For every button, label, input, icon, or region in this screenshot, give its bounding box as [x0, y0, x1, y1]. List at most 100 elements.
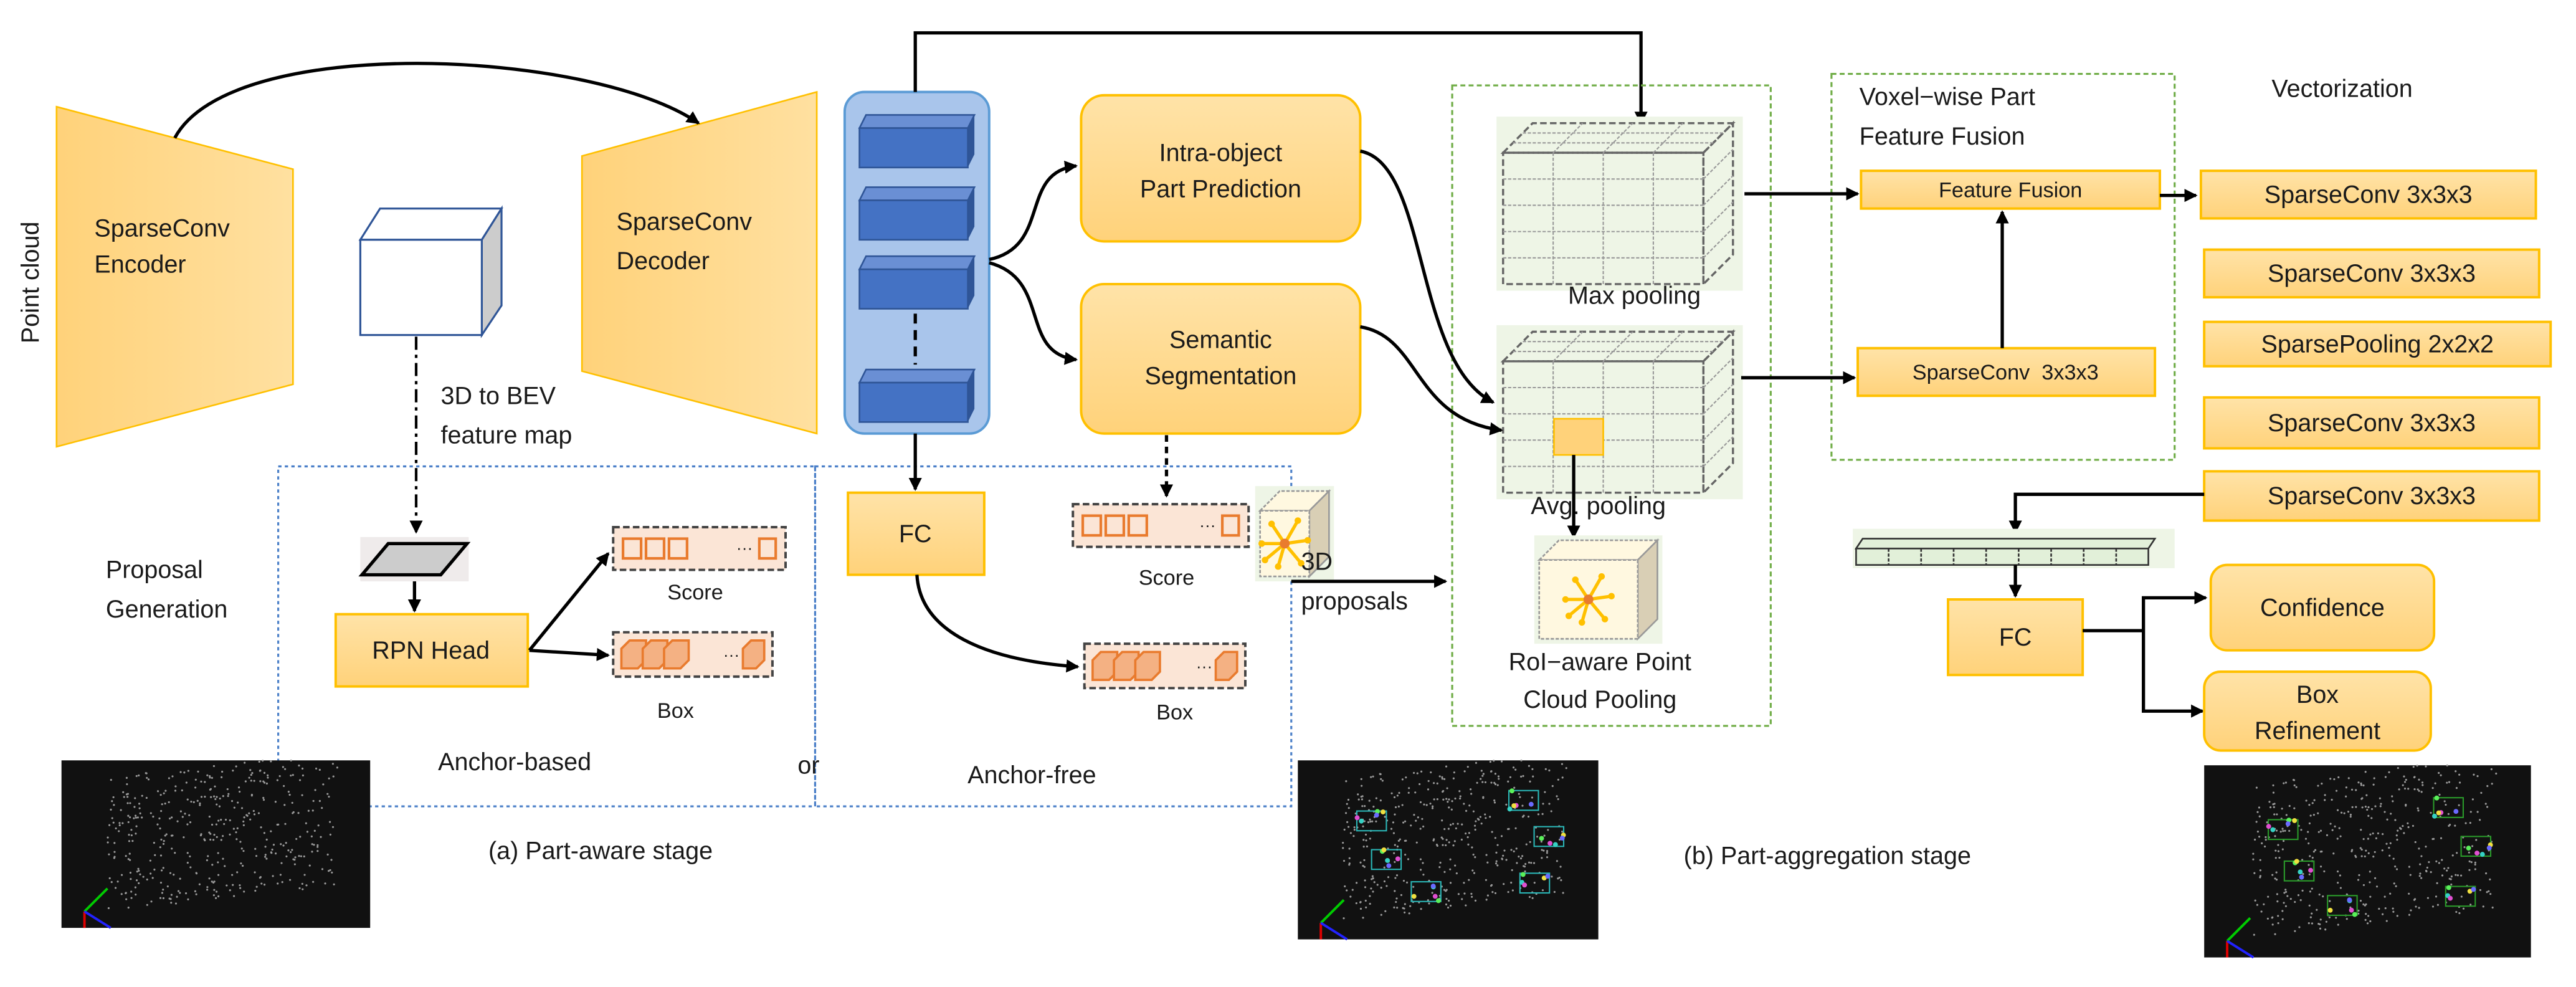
- cloud-point: [1561, 831, 1564, 833]
- cloud-point: [2419, 872, 2422, 875]
- cloud-point: [199, 802, 201, 804]
- cloud-point: [118, 830, 120, 832]
- cloud-point: [129, 802, 131, 804]
- cloud-point: [220, 819, 222, 821]
- part-point: [1436, 898, 1441, 904]
- cloud-point: [254, 847, 257, 850]
- cloud-point: [211, 864, 214, 866]
- cloud-point: [2403, 787, 2407, 790]
- cloud-point: [2261, 842, 2263, 844]
- cloud-point: [2369, 920, 2372, 923]
- cloud-point: [2381, 849, 2384, 852]
- cloud-point: [1371, 820, 1374, 822]
- cloud-point: [2469, 904, 2472, 906]
- cloud-point: [2430, 870, 2432, 874]
- cloud-point: [1439, 861, 1442, 864]
- cloud-point: [2389, 892, 2392, 895]
- cloud-point: [301, 794, 303, 796]
- cloud-point: [189, 821, 192, 824]
- cloud-point: [1351, 889, 1354, 891]
- cloud-point: [2312, 851, 2315, 853]
- cloud-point: [2256, 811, 2259, 813]
- cloud-point: [330, 859, 333, 861]
- cloud-point: [2324, 928, 2327, 931]
- point: [1579, 619, 1585, 626]
- cloud-point: [2485, 872, 2488, 875]
- cloud-point: [134, 814, 137, 817]
- cloud-point: [2298, 926, 2301, 928]
- cloud-point: [2307, 842, 2310, 845]
- cloud-point: [1513, 850, 1515, 852]
- cloud-point: [1550, 810, 1552, 813]
- cloud-point: [1482, 797, 1485, 799]
- cloud-point: [255, 885, 258, 888]
- cloud-point: [2359, 899, 2362, 902]
- cloud-point: [139, 812, 141, 814]
- cloud-point: [303, 874, 306, 876]
- cloud-point: [2470, 861, 2473, 864]
- cloud-point: [187, 770, 189, 772]
- cloud-point: [1419, 801, 1422, 803]
- cloud-point: [2338, 827, 2341, 829]
- cloud-point: [2388, 771, 2390, 773]
- cloud-point: [154, 854, 156, 856]
- cloud-point: [2463, 846, 2466, 849]
- cloud-point: [2337, 776, 2340, 779]
- cloud-point: [2284, 905, 2287, 907]
- cloud-point: [215, 823, 217, 826]
- cloud-point: [2321, 782, 2323, 785]
- cloud-point: [1521, 816, 1524, 818]
- cloud-point: [226, 788, 229, 791]
- cloud-point: [2396, 915, 2398, 917]
- cloud-point: [1503, 849, 1506, 852]
- cloud-point: [2414, 841, 2417, 844]
- anchor-based-label: Anchor-based: [438, 748, 591, 776]
- rpn-to-box-arrow: [529, 647, 610, 661]
- cloud-point: [1347, 826, 1350, 828]
- cloud-point: [1443, 889, 1445, 891]
- cloud-point: [181, 816, 184, 818]
- cloud-point: [288, 793, 291, 796]
- cloud-point: [2455, 874, 2457, 876]
- cloud-point: [222, 857, 224, 860]
- point: [1262, 556, 1268, 564]
- cloud-point: [1484, 781, 1487, 783]
- cloud-point: [194, 786, 197, 789]
- cloud-point: [135, 816, 137, 819]
- cloud-point: [2460, 895, 2463, 898]
- cloud-point: [2323, 870, 2326, 873]
- part-point: [1386, 863, 1392, 869]
- part-point: [2471, 887, 2476, 892]
- rpn-to-score-arrow: [528, 552, 610, 652]
- cloud-point: [1371, 875, 1374, 877]
- cloud-point: [1452, 822, 1455, 825]
- cloud-point: [1486, 894, 1490, 897]
- cloud-point: [2447, 867, 2450, 869]
- cloud-point: [292, 812, 294, 814]
- cloud-point: [217, 852, 219, 854]
- cloud-point: [131, 840, 134, 842]
- cloud-point: [2398, 827, 2402, 829]
- cloud-point: [1375, 820, 1377, 822]
- cloud-point: [2446, 869, 2448, 872]
- cloud-point: [1454, 797, 1457, 800]
- cloud-point: [2425, 846, 2427, 848]
- cloud-point: [2269, 806, 2272, 809]
- cloud-point: [2422, 784, 2424, 786]
- feature-block: [858, 199, 969, 241]
- cloud-point: [227, 794, 229, 798]
- cloud-point: [174, 789, 177, 792]
- cloud-point: [2258, 836, 2261, 838]
- cloud-point: [1513, 786, 1516, 789]
- cloud-point: [318, 768, 321, 771]
- cloud-point: [208, 815, 211, 818]
- cloud-point: [2349, 816, 2352, 818]
- max-pooling-grid-cube: [1496, 117, 1743, 291]
- cloud-point: [1370, 887, 1372, 890]
- cloud-point: [1346, 803, 1348, 805]
- cloud-point: [1490, 770, 1493, 773]
- cloud-point: [2421, 781, 2424, 784]
- cloud-point: [213, 795, 216, 798]
- cloud-point: [159, 827, 161, 830]
- cloud-point: [1430, 771, 1432, 774]
